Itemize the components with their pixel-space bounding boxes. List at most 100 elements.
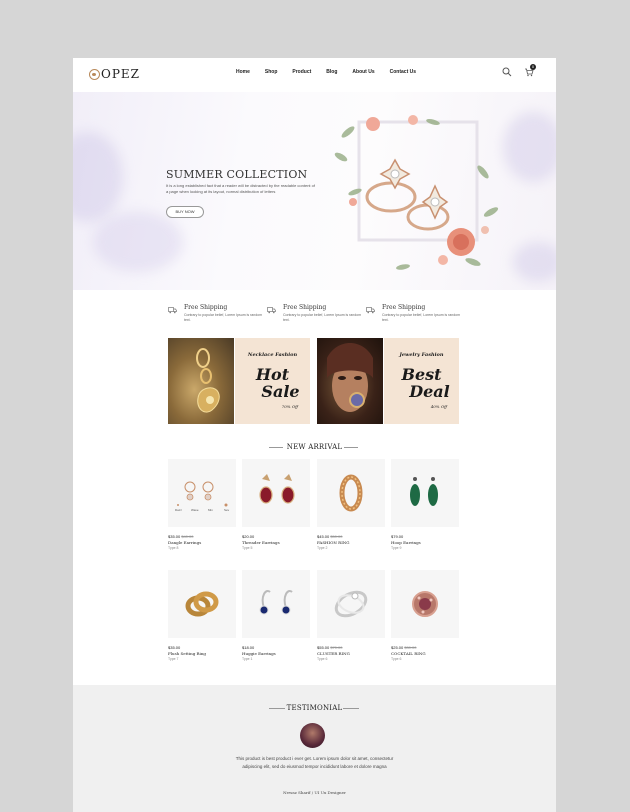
banner-headline-2: Sale xyxy=(261,382,300,401)
product-type: Type 1 xyxy=(242,657,253,661)
product-name[interactable]: CLUSTER RING xyxy=(317,651,385,656)
banner-headline-1: Hot xyxy=(255,365,290,384)
product-name[interactable]: Flush Setting Ring xyxy=(168,651,236,656)
product-price: $35.00 xyxy=(168,645,181,650)
product-image xyxy=(168,570,236,638)
logo-mark-icon xyxy=(89,68,100,80)
gold-pendant-image xyxy=(196,348,220,413)
testimonial-title: TESTIMONIAL xyxy=(286,704,343,712)
new-arrival-title: NEW ARRIVAL xyxy=(286,443,343,451)
product-type: Type 9 xyxy=(391,546,402,550)
best-deal-banner[interactable]: Jewelry Fashion Best Deal 40% Off xyxy=(384,338,459,424)
testimonial-author: Newaz Sharif / UI Ux Designer xyxy=(283,790,346,795)
nav-product[interactable]: Product xyxy=(292,69,311,75)
product-image: Dazz Wave Min Sev xyxy=(168,459,236,527)
hero-description: It is a long established fact that a rea… xyxy=(166,183,315,194)
product-name[interactable]: Huggie Earrings xyxy=(242,651,310,656)
banner-discount: 70% Off xyxy=(281,404,298,409)
main-nav: Home Shop Product Blog About Us Contact … xyxy=(236,69,416,75)
hoop-earrings-image xyxy=(410,477,438,506)
nav-home[interactable]: Home xyxy=(236,69,250,75)
testimonial-quote: This product is best product i ever get.… xyxy=(235,756,394,769)
product-card[interactable]: $35.00 Flush Setting Ring Type 7 xyxy=(168,570,236,661)
hero-title: SUMMER COLLECTION xyxy=(166,168,308,181)
feature-text: Contrary to popular belief, Lorem Ipsum … xyxy=(382,313,461,322)
earring-label: Dazz xyxy=(175,508,182,512)
necklace-promo-image[interactable] xyxy=(168,338,234,424)
feature-item: Free Shipping Contrary to popular belief… xyxy=(168,304,263,330)
product-card[interactable]: Dazz Wave Min Sev $35.00$40.00 Dangle Ea… xyxy=(168,459,236,550)
product-name[interactable]: FASHION RING xyxy=(317,540,385,545)
model-portrait-image xyxy=(327,343,373,412)
product-card[interactable]: $20.00 Threader Earrings Type 5 xyxy=(242,459,310,550)
product-card[interactable]: $45.00$50.00 FASHION RING Type 2 xyxy=(317,459,385,550)
product-price: $18.00 xyxy=(242,645,255,650)
product-image xyxy=(242,459,310,527)
search-icon[interactable] xyxy=(502,67,512,77)
product-type: Type 6 xyxy=(391,657,402,661)
product-name[interactable]: COCKTAIL RING xyxy=(391,651,459,656)
product-name[interactable]: Dangle Earrings xyxy=(168,540,236,545)
nav-contact[interactable]: Contact Us xyxy=(390,69,416,75)
nav-blog[interactable]: Blog xyxy=(326,69,337,75)
earring-label: Min xyxy=(208,508,213,512)
feature-title: Free Shipping xyxy=(382,304,426,311)
cart-count-badge: 0 xyxy=(530,64,536,70)
product-price: $25.00$30.00 xyxy=(391,645,417,650)
flush-setting-ring-image xyxy=(185,591,219,617)
product-type: Type 5 xyxy=(242,546,253,550)
feature-item: Free Shipping Contrary to popular belief… xyxy=(267,304,362,330)
banner-headline-2: Deal xyxy=(409,382,450,401)
feature-text: Contrary to popular belief, Lorem Ipsum … xyxy=(184,313,263,322)
fashion-ring-image xyxy=(339,474,363,512)
hot-sale-banner[interactable]: Necklace Fashion Hot Sale 70% Off xyxy=(235,338,310,424)
truck-icon xyxy=(366,307,375,314)
feature-title: Free Shipping xyxy=(283,304,327,311)
product-image xyxy=(242,570,310,638)
earring-label: Sev xyxy=(224,508,230,512)
hero-banner: SUMMER COLLECTION It is a long establish… xyxy=(73,92,556,290)
banner-subtitle: Jewelry Fashion xyxy=(399,352,444,358)
features-row: Free Shipping Contrary to popular belief… xyxy=(168,304,468,330)
product-price: $20.00 xyxy=(242,534,255,539)
logo[interactable]: OPEZ xyxy=(89,67,140,81)
site-header: OPEZ Home Shop Product Blog About Us Con… xyxy=(73,58,556,91)
product-price: $45.00$50.00 xyxy=(317,534,343,539)
avatar xyxy=(300,723,325,748)
product-image xyxy=(317,459,385,527)
buy-now-button[interactable]: BUY NOW xyxy=(166,206,204,218)
product-image xyxy=(391,459,459,527)
product-card[interactable]: $79.00 Hoop Earrings Type 9 xyxy=(391,459,459,550)
cluster-ring-image xyxy=(334,590,368,618)
banner-subtitle: Necklace Fashion xyxy=(247,352,298,358)
page: OPEZ Home Shop Product Blog About Us Con… xyxy=(73,58,556,812)
product-price: $79.00 xyxy=(391,534,404,539)
banner-discount: 40% Off xyxy=(430,404,447,409)
product-card[interactable]: $18.00 Huggie Earrings Type 1 xyxy=(242,570,310,661)
huggie-earrings-image xyxy=(259,590,293,615)
product-card[interactable]: $55.00$70.00 CLUSTER RING Type 6 xyxy=(317,570,385,661)
cocktail-ring-image xyxy=(412,591,438,617)
nav-about[interactable]: About Us xyxy=(352,69,374,75)
feature-title: Free Shipping xyxy=(184,304,228,311)
product-price: $35.00$40.00 xyxy=(168,534,194,539)
product-type: Type 6 xyxy=(317,657,328,661)
hero-rings-floral-image xyxy=(334,115,499,270)
product-type: Type 7 xyxy=(168,657,179,661)
truck-icon xyxy=(267,307,276,314)
nav-shop[interactable]: Shop xyxy=(265,69,278,75)
product-type: Type 8 xyxy=(168,546,179,550)
product-name[interactable]: Hoop Earrings xyxy=(391,540,459,545)
earring-label: Wave xyxy=(191,508,199,512)
banner-headline-1: Best xyxy=(401,365,442,384)
product-card[interactable]: $25.00$30.00 COCKTAIL RING Type 6 xyxy=(391,570,459,661)
product-name[interactable]: Threader Earrings xyxy=(242,540,310,545)
feature-item: Free Shipping Contrary to popular belief… xyxy=(366,304,461,330)
logo-text: OPEZ xyxy=(101,67,141,81)
product-image xyxy=(391,570,459,638)
jewelry-model-image[interactable] xyxy=(317,338,383,424)
dangle-earrings-image: Dazz Wave Min Sev xyxy=(175,481,230,512)
feature-text: Contrary to popular belief, Lorem Ipsum … xyxy=(283,313,362,322)
threader-earrings-image xyxy=(259,474,295,504)
product-image xyxy=(317,570,385,638)
